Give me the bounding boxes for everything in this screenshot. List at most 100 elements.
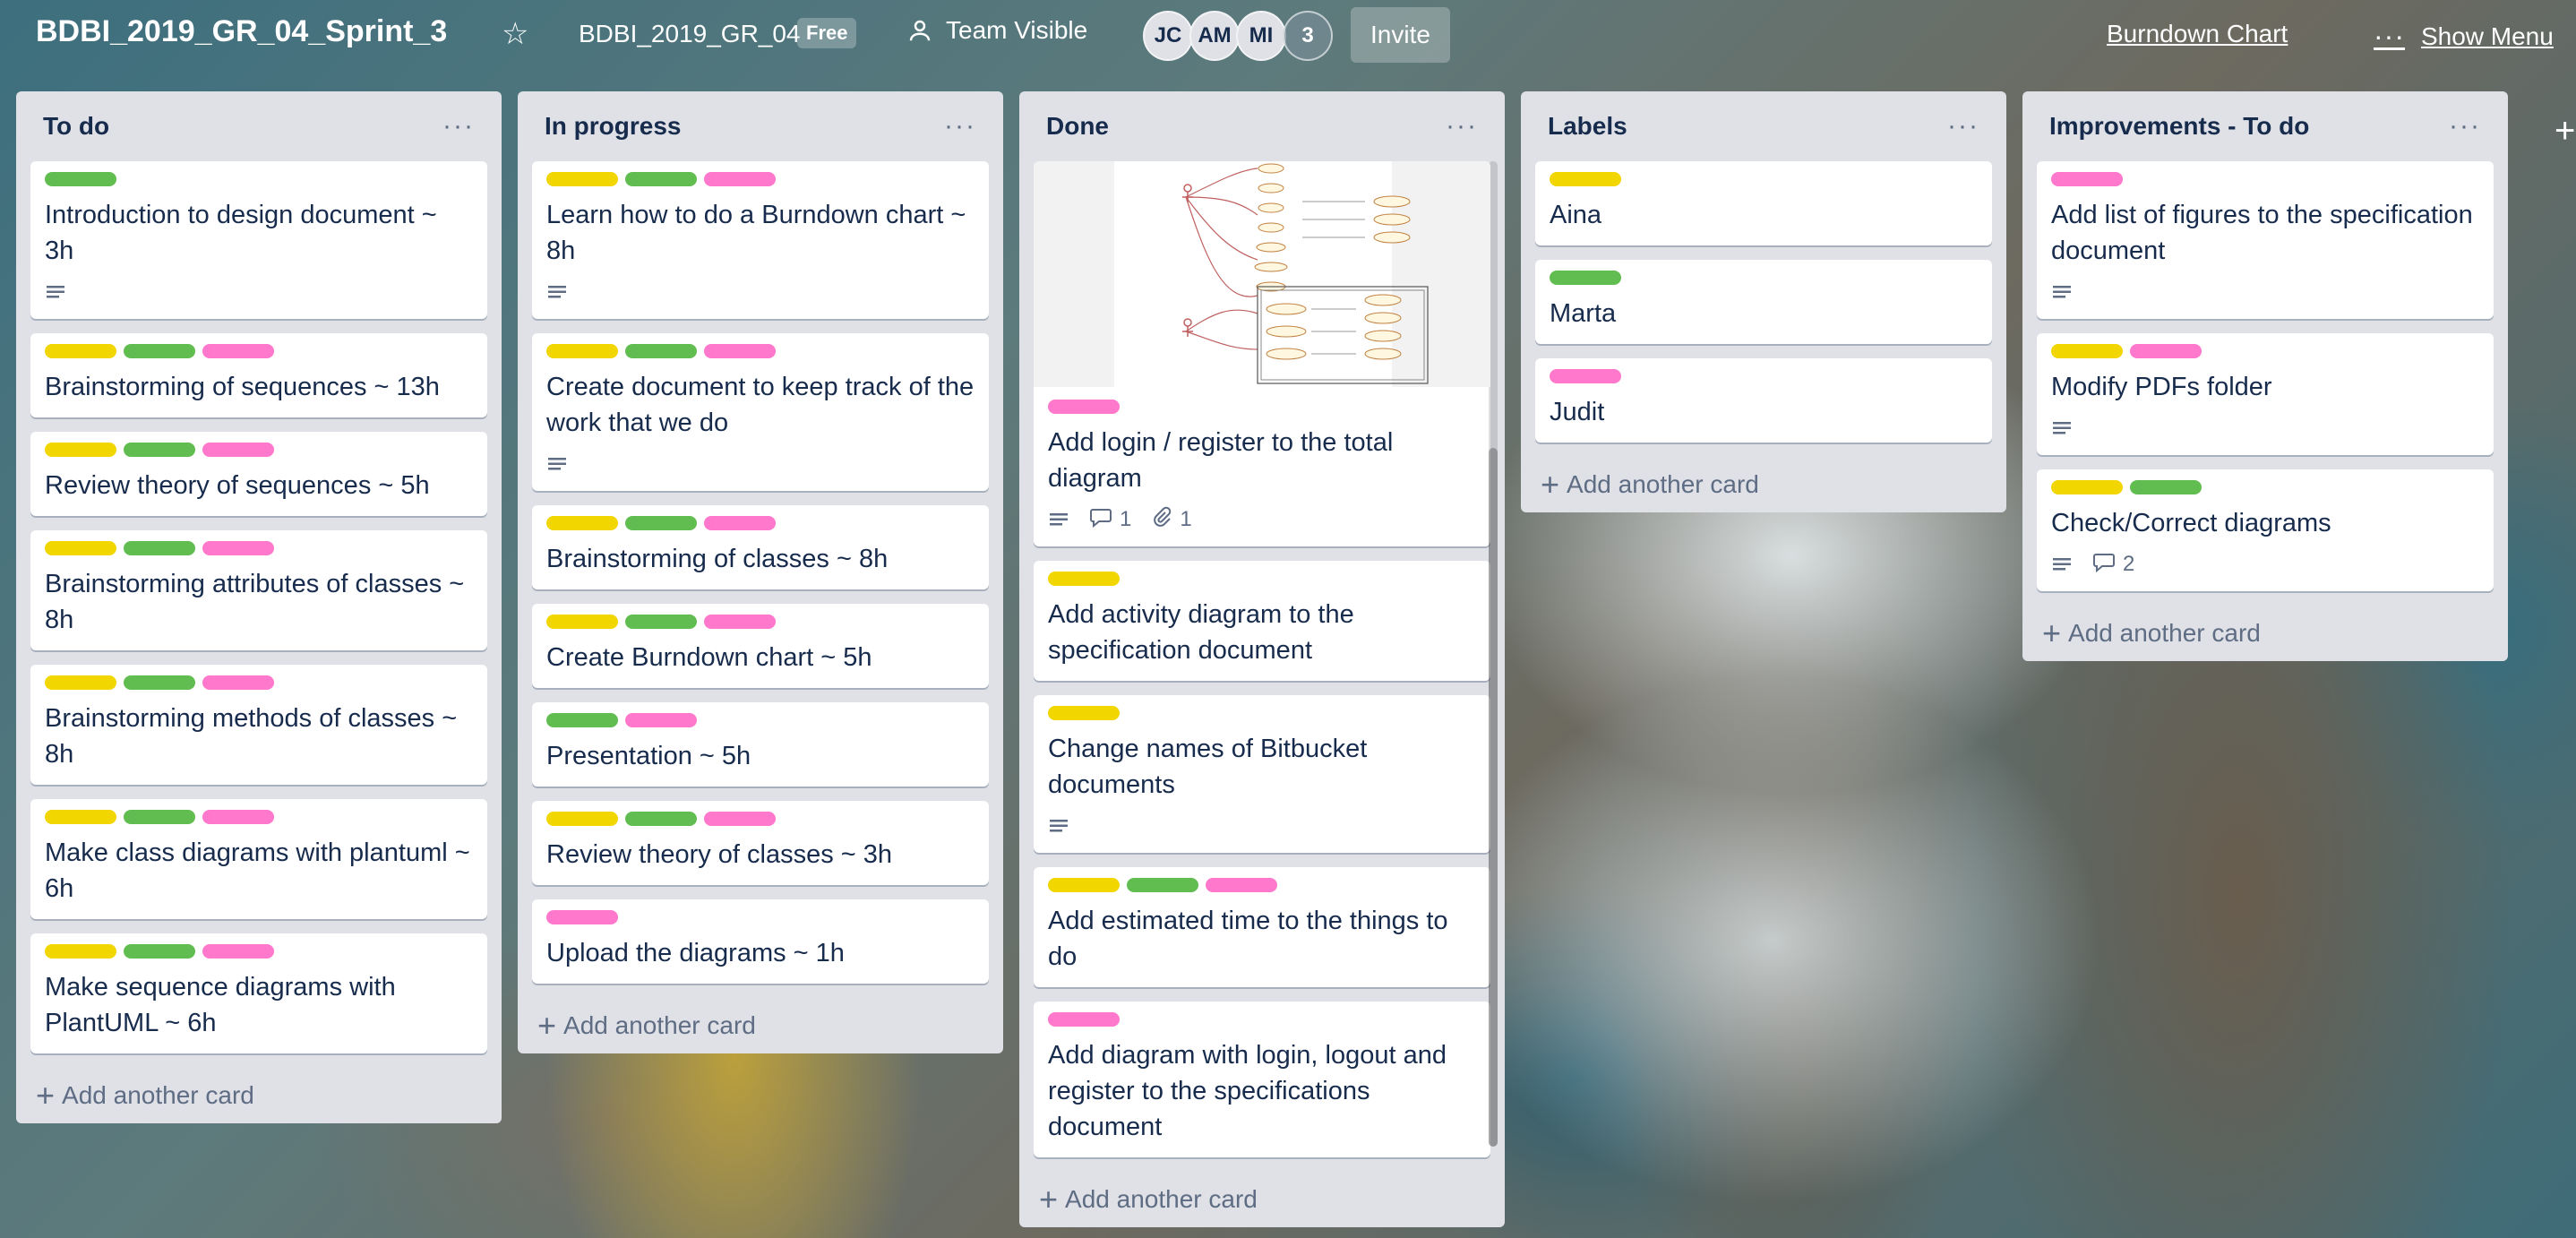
card[interactable]: Check/Correct diagrams 2 [2037, 469, 2494, 591]
label-yellow[interactable] [546, 344, 618, 358]
board-title[interactable]: BDBI_2019_GR_04_Sprint_3 [36, 14, 447, 49]
member-overflow-count[interactable]: 3 [1283, 11, 1333, 61]
label-green[interactable] [1127, 878, 1198, 892]
card[interactable]: Learn how to do a Burndown chart ~ 8h [532, 161, 989, 319]
card[interactable]: Aina [1535, 161, 1992, 245]
label-yellow[interactable] [45, 944, 116, 959]
label-yellow[interactable] [1048, 706, 1120, 720]
label-pink[interactable] [704, 516, 776, 530]
label-green[interactable] [124, 541, 195, 555]
star-icon[interactable]: ☆ [502, 16, 528, 52]
visibility-button[interactable]: Team Visible [906, 16, 1087, 45]
card[interactable]: Make sequence diagrams with PlantUML ~ 6… [30, 933, 487, 1053]
card[interactable]: Brainstorming attributes of classes ~ 8h [30, 530, 487, 650]
avatar[interactable]: MI [1236, 11, 1286, 61]
card[interactable]: Presentation ~ 5h [532, 702, 989, 787]
label-yellow[interactable] [546, 516, 618, 530]
card[interactable]: Add estimated time to the things to do [1034, 867, 1490, 987]
label-yellow[interactable] [1048, 878, 1120, 892]
scrollbar-thumb[interactable] [1489, 448, 1498, 1147]
label-pink[interactable] [704, 172, 776, 186]
card[interactable]: Review theory of sequences ~ 5h [30, 432, 487, 516]
label-green[interactable] [45, 172, 116, 186]
label-green[interactable] [625, 516, 697, 530]
label-green[interactable] [546, 713, 618, 727]
label-pink[interactable] [1206, 878, 1277, 892]
list-title[interactable]: Done [1046, 112, 1109, 141]
label-green[interactable] [625, 344, 697, 358]
label-yellow[interactable] [45, 810, 116, 824]
card[interactable]: Create document to keep track of the wor… [532, 333, 989, 491]
label-green[interactable] [124, 443, 195, 457]
label-yellow[interactable] [2051, 480, 2123, 494]
card[interactable]: Add activity diagram to the specificatio… [1034, 561, 1490, 681]
list-title[interactable]: Improvements - To do [2049, 112, 2309, 141]
label-yellow[interactable] [45, 675, 116, 690]
label-yellow[interactable] [1550, 172, 1621, 186]
avatar[interactable]: JC [1143, 11, 1193, 61]
label-green[interactable] [625, 172, 697, 186]
label-pink[interactable] [1048, 400, 1120, 414]
card[interactable]: Judit [1535, 358, 1992, 443]
label-green[interactable] [1550, 271, 1621, 285]
team-name[interactable]: BDBI_2019_GR_04 [579, 20, 801, 48]
card[interactable]: Modify PDFs folder [2037, 333, 2494, 455]
list-menu-icon[interactable]: ··· [442, 111, 475, 142]
label-green[interactable] [124, 810, 195, 824]
list-menu-icon[interactable]: ··· [944, 111, 976, 142]
card[interactable]: Make class diagrams with plantuml ~ 6h [30, 799, 487, 919]
label-pink[interactable] [202, 443, 274, 457]
label-pink[interactable] [704, 615, 776, 629]
label-yellow[interactable] [546, 172, 618, 186]
label-pink[interactable] [704, 344, 776, 358]
card[interactable]: Add list of figures to the specification… [2037, 161, 2494, 319]
list-menu-icon[interactable]: ··· [2449, 111, 2481, 142]
burndown-chart-button[interactable]: Burndown Chart [2107, 20, 2288, 48]
list-title[interactable]: Labels [1548, 112, 1627, 141]
label-yellow[interactable] [45, 443, 116, 457]
label-green[interactable] [124, 944, 195, 959]
add-card-button[interactable]: + Add another card [1034, 1172, 1490, 1227]
label-green[interactable] [124, 675, 195, 690]
label-yellow[interactable] [1048, 572, 1120, 586]
avatar[interactable]: AM [1189, 11, 1240, 61]
card[interactable]: Introduction to design document ~ 3h [30, 161, 487, 319]
list-title[interactable]: To do [43, 112, 109, 141]
card[interactable]: Review theory of classes ~ 3h [532, 801, 989, 885]
card[interactable]: Upload the diagrams ~ 1h [532, 899, 989, 984]
label-pink[interactable] [704, 812, 776, 826]
label-pink[interactable] [2130, 344, 2202, 358]
label-pink[interactable] [546, 910, 618, 924]
add-card-button[interactable]: + Add another card [2037, 606, 2494, 661]
add-card-button[interactable]: + Add another card [532, 998, 989, 1053]
label-pink[interactable] [625, 713, 697, 727]
card[interactable]: Add login / register to the total diagra… [1034, 161, 1490, 546]
card[interactable]: Create Burndown chart ~ 5h [532, 604, 989, 688]
card[interactable]: Brainstorming methods of classes ~ 8h [30, 665, 487, 785]
label-yellow[interactable] [546, 812, 618, 826]
add-card-button[interactable]: + Add another card [1535, 457, 1992, 512]
label-pink[interactable] [2051, 172, 2123, 186]
label-yellow[interactable] [45, 344, 116, 358]
card[interactable]: Marta [1535, 260, 1992, 344]
label-pink[interactable] [202, 675, 274, 690]
card[interactable]: Change names of Bitbucket documents [1034, 695, 1490, 853]
label-green[interactable] [2130, 480, 2202, 494]
show-menu-button[interactable]: ··· Show Menu [2374, 20, 2554, 53]
label-green[interactable] [625, 615, 697, 629]
card[interactable]: Brainstorming of classes ~ 8h [532, 505, 989, 589]
label-pink[interactable] [202, 810, 274, 824]
add-card-button[interactable]: + Add another card [30, 1068, 487, 1123]
list-menu-icon[interactable]: ··· [1446, 111, 1478, 142]
label-yellow[interactable] [546, 615, 618, 629]
list-menu-icon[interactable]: ··· [1947, 111, 1979, 142]
label-yellow[interactable] [2051, 344, 2123, 358]
label-yellow[interactable] [45, 541, 116, 555]
label-pink[interactable] [202, 944, 274, 959]
card[interactable]: Brainstorming of sequences ~ 13h [30, 333, 487, 417]
label-pink[interactable] [1048, 1012, 1120, 1027]
card[interactable]: Add diagram with login, logout and regis… [1034, 1002, 1490, 1157]
label-green[interactable] [124, 344, 195, 358]
label-pink[interactable] [202, 344, 274, 358]
label-green[interactable] [625, 812, 697, 826]
